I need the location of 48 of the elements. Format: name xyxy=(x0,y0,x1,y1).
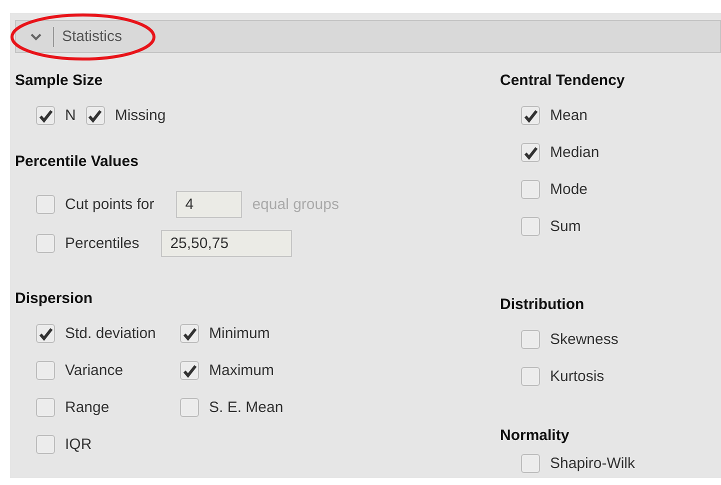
checkbox-label: Percentiles xyxy=(65,235,140,252)
input-field[interactable]: 4 xyxy=(176,191,242,218)
checkbox[interactable] xyxy=(36,106,55,125)
checkbox[interactable] xyxy=(180,324,199,343)
checkbox-label: N xyxy=(65,107,76,124)
checkbox[interactable] xyxy=(36,324,55,343)
checkbox-label: Kurtosis xyxy=(550,368,604,385)
group-heading: Dispersion xyxy=(15,289,94,309)
checkbox-label: Mode xyxy=(550,181,588,198)
checkbox[interactable] xyxy=(521,330,540,349)
chevron-icon[interactable] xyxy=(30,32,42,40)
checkbox[interactable] xyxy=(36,234,55,253)
checkbox-label: Mean xyxy=(550,107,588,124)
checkbox-label: Maximum xyxy=(209,362,274,379)
checkbox[interactable] xyxy=(180,361,199,380)
checkbox-label: Minimum xyxy=(209,325,270,342)
checkbox-label: Range xyxy=(65,399,110,416)
checkbox[interactable] xyxy=(521,143,540,162)
group-heading: Percentile Values xyxy=(15,152,140,172)
checkbox[interactable] xyxy=(36,195,55,214)
checkbox-label: Cut points for xyxy=(65,196,154,213)
group-heading: Sample Size xyxy=(15,71,104,91)
checkbox[interactable] xyxy=(180,398,199,417)
checkbox-label: Shapiro-Wilk xyxy=(550,454,636,472)
checkbox-label: Sum xyxy=(550,218,581,235)
section-title: Statistics xyxy=(62,28,122,45)
checkbox[interactable] xyxy=(521,454,540,472)
section-header[interactable]: Statistics xyxy=(15,20,721,53)
checkbox[interactable] xyxy=(521,367,540,386)
group-heading: Central Tendency xyxy=(500,71,626,91)
group-heading: Normality xyxy=(500,426,570,446)
checkbox-label: Median xyxy=(550,144,600,161)
checkbox-label: Skewness xyxy=(550,331,618,348)
checkbox[interactable] xyxy=(521,106,540,125)
checkbox-label: Variance xyxy=(65,362,124,379)
checkbox[interactable] xyxy=(36,398,55,417)
checkbox-label: Std. deviation xyxy=(65,325,156,342)
checkbox[interactable] xyxy=(521,217,540,236)
checkbox[interactable] xyxy=(36,361,55,380)
checkbox-label: IQR xyxy=(65,436,92,453)
group-heading: Distribution xyxy=(500,295,586,315)
checkbox-label: S. E. Mean xyxy=(209,399,284,416)
checkbox-label: Missing xyxy=(114,107,166,124)
checkbox[interactable] xyxy=(36,435,55,454)
field-suffix: equal groups xyxy=(252,196,339,213)
checkbox[interactable] xyxy=(86,106,105,125)
input-field[interactable]: 25,50,75 xyxy=(161,230,292,257)
checkbox[interactable] xyxy=(521,180,540,199)
